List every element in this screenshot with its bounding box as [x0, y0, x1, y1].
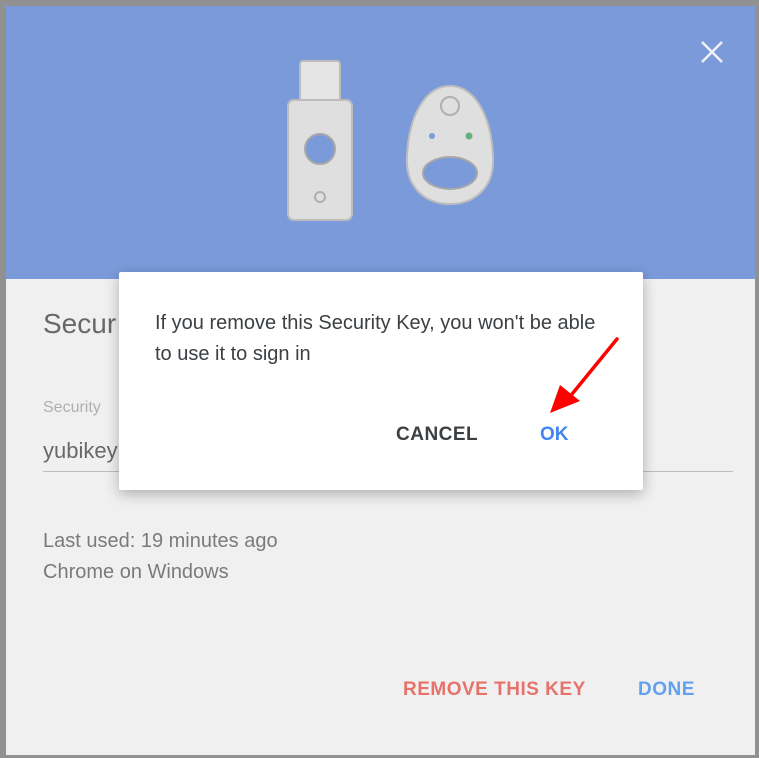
annotation-arrow — [550, 337, 619, 413]
screenshot-frame: Secur Security yubikey Last used: 19 min… — [0, 0, 759, 758]
ok-button[interactable]: OK — [540, 424, 569, 446]
cancel-button[interactable]: CANCEL — [396, 424, 478, 446]
